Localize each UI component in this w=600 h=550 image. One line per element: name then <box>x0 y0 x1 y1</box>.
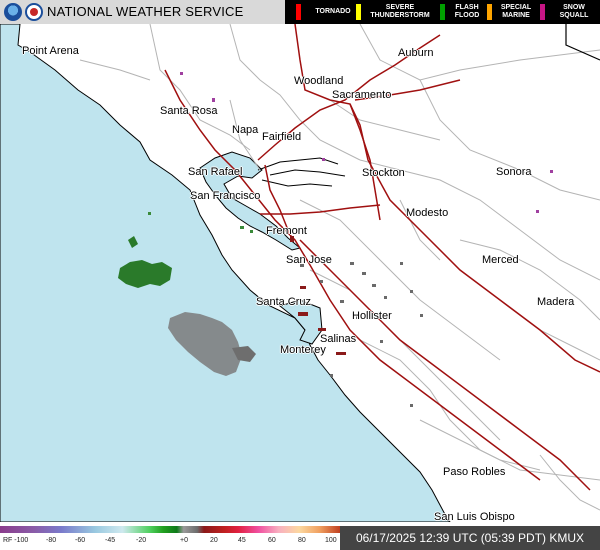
city-label: San Francisco <box>190 190 261 202</box>
flash-flood-swatch <box>440 4 445 20</box>
noaa-logo-icon <box>4 3 22 21</box>
radar-timestamp: 06/17/2025 12:39 UTC (05:39 PDT) KMUX <box>340 526 600 550</box>
page-title: NATIONAL WEATHER SERVICE <box>47 4 244 19</box>
nws-brand: NATIONAL WEATHER SERVICE <box>0 0 285 24</box>
scale-tick: 20 <box>210 537 218 544</box>
scale-tick: -20 <box>136 537 147 544</box>
city-label: Madera <box>537 296 575 308</box>
nws-logo-icon <box>25 3 43 21</box>
city-label: Modesto <box>406 207 449 219</box>
city-label: San Jose <box>286 254 332 266</box>
scale-tick: RF -100 <box>3 537 29 544</box>
city-label: Monterey <box>280 344 326 356</box>
city-label: Napa <box>232 124 259 136</box>
city-label: Auburn <box>398 47 434 59</box>
city-label: Stockton <box>362 167 405 179</box>
severe-thunderstorm-swatch <box>356 4 361 20</box>
scale-tick: 60 <box>268 537 276 544</box>
city-label: Merced <box>482 254 519 266</box>
snow-squall-swatch <box>540 4 545 20</box>
scale-tick: -60 <box>75 537 86 544</box>
scale-tick: -45 <box>105 537 116 544</box>
tornado-swatch <box>296 4 301 20</box>
city-label: Point Arena <box>22 45 79 57</box>
scale-tick: +0 <box>180 537 188 544</box>
city-label: Sacramento <box>332 89 392 101</box>
city-label: Hollister <box>352 310 392 322</box>
city-label: San Rafael <box>188 166 243 178</box>
header-bar: NATIONAL WEATHER SERVICE TORNADO SEVERE … <box>0 0 600 24</box>
city-label: Santa Cruz <box>256 296 312 308</box>
scale-tick: 45 <box>238 537 246 544</box>
city-label: Santa Rosa <box>160 105 218 117</box>
scale-tick: 100 <box>325 537 337 544</box>
scale-tick: 80 <box>298 537 306 544</box>
reflectivity-color-scale <box>0 526 340 533</box>
city-label: Fairfield <box>262 131 302 143</box>
scale-tick: -80 <box>46 537 57 544</box>
city-label: Paso Robles <box>443 466 506 478</box>
special-marine-swatch <box>487 4 492 20</box>
scale-tick-labels: RF -100 -80 -60 -45 -20 +0 20 45 60 80 1… <box>0 537 340 550</box>
city-label: Fremont <box>266 225 307 237</box>
city-label: Woodland <box>294 75 344 87</box>
city-label: Sonora <box>496 166 532 178</box>
